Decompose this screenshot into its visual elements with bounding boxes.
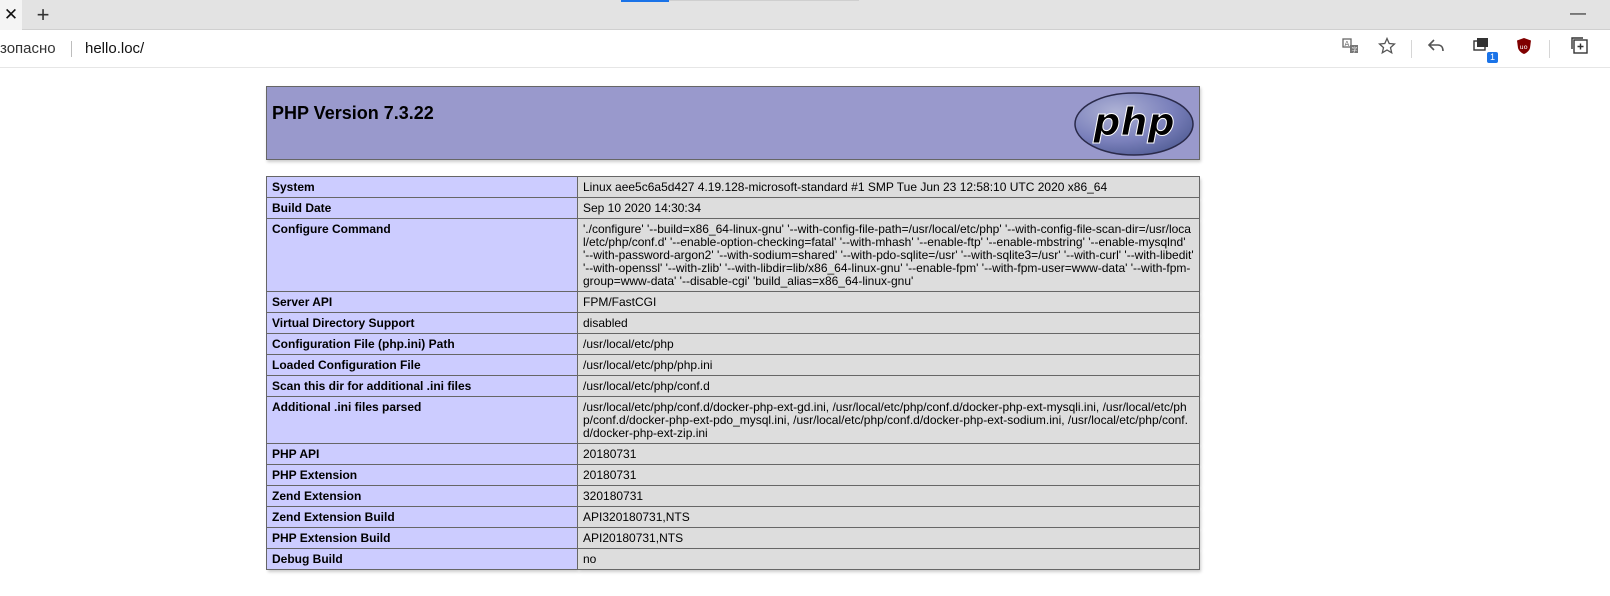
- row-value: /usr/local/etc/php/php.ini: [577, 354, 1200, 376]
- row-key: Debug Build: [266, 548, 578, 570]
- minimize-button[interactable]: —: [1568, 0, 1588, 30]
- translate-icon[interactable]: A 字: [1339, 37, 1363, 61]
- tab-close-button[interactable]: ✕: [0, 0, 22, 30]
- svg-text:php: php: [1092, 100, 1174, 144]
- new-window-icon-svg: [1571, 37, 1588, 54]
- row-value: FPM/FastCGI: [577, 291, 1200, 313]
- row-key: Scan this dir for additional .ini files: [266, 375, 578, 397]
- tab-edge: [669, 0, 859, 1]
- row-value: Linux aee5c6a5d427 4.19.128-microsoft-st…: [577, 176, 1200, 198]
- tab-strip: ✕ + —: [0, 0, 1610, 30]
- svg-text:A: A: [1345, 40, 1350, 48]
- row-value: /usr/local/etc/php/conf.d: [577, 375, 1200, 397]
- row-key: Zend Extension: [266, 485, 578, 507]
- share-icon-svg: [1427, 39, 1444, 52]
- row-value: 20180731: [577, 443, 1200, 465]
- row-value: disabled: [577, 312, 1200, 334]
- share-icon[interactable]: [1424, 37, 1448, 61]
- translate-icon-svg: A 字: [1342, 38, 1358, 54]
- page-content: PHP Version 7.3.22 php System Linux aee5c…: [0, 68, 1610, 596]
- svg-text:字: 字: [1352, 46, 1358, 54]
- url-input[interactable]: hello.loc/: [85, 30, 144, 68]
- ublock-icon-svg: uo: [1517, 38, 1531, 54]
- table-row: PHP API 20180731: [266, 443, 1200, 465]
- row-key: Configure Command: [266, 218, 578, 292]
- table-row: Debug Build no: [266, 548, 1200, 570]
- table-row: System Linux aee5c6a5d427 4.19.128-micros…: [266, 176, 1200, 198]
- table-row: PHP Extension Build API20180731,NTS: [266, 527, 1200, 549]
- svg-text:uo: uo: [1520, 43, 1528, 51]
- new-window-icon[interactable]: [1568, 37, 1592, 61]
- row-value: /usr/local/etc/php/conf.d/docker-php-ext…: [577, 396, 1200, 444]
- star-icon[interactable]: [1375, 36, 1399, 61]
- row-key: PHP API: [266, 443, 578, 465]
- row-key: Loaded Configuration File: [266, 354, 578, 376]
- address-separator: [71, 41, 72, 57]
- page-title: PHP Version 7.3.22: [272, 103, 434, 123]
- row-key: Build Date: [266, 197, 578, 219]
- collections-badge: 1: [1487, 52, 1498, 63]
- table-row: Loaded Configuration File/usr/local/etc/…: [266, 354, 1200, 376]
- row-value: Sep 10 2020 14:30:34: [577, 197, 1200, 219]
- table-row: Zend Extension 320180731: [266, 485, 1200, 507]
- toolbar-divider: [1411, 40, 1412, 58]
- toolbar-divider: [1549, 40, 1550, 58]
- row-key: Additional .ini files parsed: [266, 396, 578, 444]
- row-value: 20180731: [577, 464, 1200, 486]
- row-value: './configure' '--build=x86_64-linux-gnu'…: [577, 218, 1200, 292]
- table-row: Scan this dir for additional .ini files /…: [266, 375, 1200, 397]
- tab-accent-bar: [621, 0, 669, 2]
- row-value: no: [577, 548, 1200, 570]
- row-key: PHP Extension: [266, 464, 578, 486]
- row-key: Configuration File (php.ini) Path: [266, 333, 578, 355]
- php-info-table: System Linux aee5c6a5d427 4.19.128-micros…: [266, 176, 1200, 570]
- security-status-text[interactable]: зопасно: [0, 30, 56, 68]
- row-key: System: [266, 176, 578, 198]
- new-tab-button[interactable]: +: [30, 0, 56, 30]
- row-key: Server API: [266, 291, 578, 313]
- row-value: API320180731,NTS: [577, 506, 1200, 528]
- row-value: 320180731: [577, 485, 1200, 507]
- table-row: Zend Extension Build API320180731,NTS: [266, 506, 1200, 528]
- table-row: Additional .ini files parsed/usr/local/e…: [266, 396, 1200, 444]
- table-row: PHP Extension 20180731: [266, 464, 1200, 486]
- address-bar: зопасно hello.loc/ A 字 1 uo: [0, 30, 1610, 68]
- row-key: PHP Extension Build: [266, 527, 578, 549]
- ublock-icon[interactable]: uo: [1512, 37, 1536, 61]
- table-row: Build Date Sep 10 2020 14:30:34: [266, 197, 1200, 219]
- table-row: Server API FPM/FastCGI: [266, 291, 1200, 313]
- table-row: Configuration File (php.ini) Path/usr/lo…: [266, 333, 1200, 355]
- php-version-header: PHP Version 7.3.22 php: [266, 86, 1200, 160]
- row-value: /usr/local/etc/php: [577, 333, 1200, 355]
- row-key: Virtual Directory Support: [266, 312, 578, 334]
- table-row: Virtual Directory Support disabled: [266, 312, 1200, 334]
- php-logo-icon: php: [1074, 92, 1194, 156]
- collections-icon[interactable]: 1: [1470, 37, 1498, 63]
- row-value: API20180731,NTS: [577, 527, 1200, 549]
- row-key: Zend Extension Build: [266, 506, 578, 528]
- star-icon-svg: [1377, 36, 1397, 55]
- table-row: Configure Command './configure' '--build=…: [266, 218, 1200, 292]
